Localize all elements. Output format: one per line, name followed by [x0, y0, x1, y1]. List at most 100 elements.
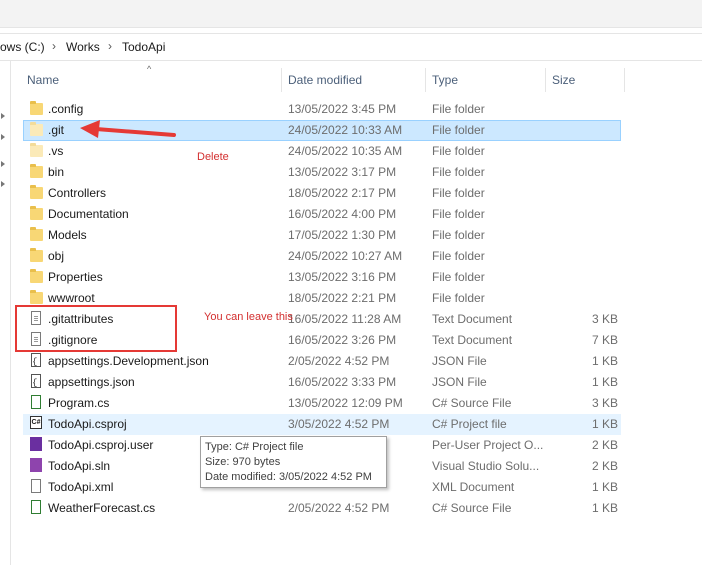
file-type: File folder — [432, 102, 485, 116]
list-item[interactable]: .config 13/05/2022 3:45 PM File folder — [23, 99, 621, 120]
file-date: 24/05/2022 10:27 AM — [288, 249, 403, 263]
file-date: 18/05/2022 2:17 PM — [288, 186, 397, 200]
file-date: 24/05/2022 10:35 AM — [288, 144, 403, 158]
list-item-hovered[interactable]: C# TodoApi.csproj 3/05/2022 4:52 PM C# P… — [23, 414, 621, 435]
column-divider[interactable] — [545, 68, 546, 92]
file-type: XML Document — [432, 480, 515, 494]
file-size: 1 KB — [591, 375, 618, 389]
file-type: File folder — [432, 207, 485, 221]
file-name: Program.cs — [48, 396, 110, 410]
file-name: wwwroot — [48, 291, 95, 305]
breadcrumb-works[interactable]: Works — [66, 40, 100, 54]
tooltip-date: Date modified: 3/05/2022 4:52 PM — [205, 471, 372, 483]
file-type: Per-User Project O... — [432, 438, 544, 452]
csharp-file-icon — [31, 395, 41, 409]
file-size: 2 KB — [591, 459, 618, 473]
file-date: 16/05/2022 3:33 PM — [288, 375, 397, 389]
file-type: Text Document — [432, 333, 513, 347]
file-date: 16/05/2022 11:28 AM — [288, 312, 402, 326]
file-name: TodoApi.csproj — [48, 417, 127, 431]
visual-studio-solution-icon — [30, 458, 42, 472]
tooltip-size: Size: 970 bytes — [205, 456, 281, 468]
file-size: 1 KB — [591, 480, 618, 494]
list-item[interactable]: { appsettings.json 16/05/2022 3:33 PM JS… — [23, 372, 621, 393]
file-type: Text Document — [432, 312, 513, 326]
folder-icon — [30, 164, 43, 178]
file-name: bin — [48, 165, 65, 179]
file-name: .vs — [48, 144, 64, 158]
file-date: 2/05/2022 4:52 PM — [288, 501, 390, 515]
list-item[interactable]: Controllers 18/05/2022 2:17 PM File fold… — [23, 183, 621, 204]
file-type: File folder — [432, 228, 485, 242]
file-date: 13/05/2022 3:17 PM — [288, 165, 397, 179]
tooltip-type: Type: C# Project file — [205, 441, 304, 453]
expand-arrow-icon[interactable] — [1, 161, 5, 167]
file-type: JSON File — [432, 375, 487, 389]
file-size: 2 KB — [591, 438, 618, 452]
title-bar — [0, 0, 702, 28]
expand-arrow-icon[interactable] — [1, 181, 5, 187]
list-item[interactable]: obj 24/05/2022 10:27 AM File folder — [23, 246, 621, 267]
sort-ascending-icon: ^ — [147, 64, 152, 74]
file-name: TodoApi.sln — [48, 459, 111, 473]
file-size: 1 KB — [591, 354, 618, 368]
red-box-annotation — [15, 305, 177, 352]
file-name: appsettings.Development.json — [48, 354, 209, 368]
file-date: 13/05/2022 3:45 PM — [288, 102, 397, 116]
file-date: 13/05/2022 12:09 PM — [288, 396, 403, 410]
file-size: 3 KB — [591, 396, 618, 410]
list-item[interactable]: bin 13/05/2022 3:17 PM File folder — [23, 162, 621, 183]
column-header-type[interactable]: Type — [432, 66, 458, 94]
file-type: Visual Studio Solu... — [432, 459, 540, 473]
csproj-icon: C# — [30, 416, 42, 429]
svg-text:{: { — [32, 378, 37, 388]
folder-icon — [30, 269, 43, 283]
csproj-user-icon — [30, 437, 42, 451]
column-header-name[interactable]: Name — [27, 66, 59, 94]
address-bar[interactable]: ows (C:) › Works › TodoApi — [0, 33, 702, 61]
file-tooltip: Type: C# Project file Size: 970 bytes Da… — [200, 436, 387, 488]
column-divider[interactable] — [281, 68, 282, 92]
column-header-date-modified[interactable]: Date modified — [288, 66, 362, 94]
file-type: C# Source File — [432, 501, 512, 515]
file-type: File folder — [432, 291, 485, 305]
list-item[interactable]: Properties 13/05/2022 3:16 PM File folde… — [23, 267, 621, 288]
file-type: File folder — [432, 249, 485, 263]
list-item[interactable]: Models 17/05/2022 1:30 PM File folder — [23, 225, 621, 246]
file-type: File folder — [432, 144, 485, 158]
leave-annotation-text: You can leave this — [204, 311, 293, 323]
folder-icon — [30, 185, 43, 199]
expand-arrow-icon[interactable] — [1, 113, 5, 119]
list-item[interactable]: Program.cs 13/05/2022 12:09 PM C# Source… — [23, 393, 621, 414]
file-type: File folder — [432, 270, 485, 284]
red-arrow-annotation — [80, 120, 176, 138]
file-name: Controllers — [48, 186, 107, 200]
file-type: File folder — [432, 123, 485, 137]
file-size: 3 KB — [591, 312, 618, 326]
list-item[interactable]: WeatherForecast.cs 2/05/2022 4:52 PM C# … — [23, 498, 621, 519]
json-file-icon: { — [30, 353, 42, 367]
folder-icon — [30, 206, 43, 220]
navigation-pane[interactable] — [0, 60, 11, 565]
csharp-file-icon — [31, 500, 41, 514]
file-date: 3/05/2022 4:52 PM — [288, 417, 390, 431]
column-header-size[interactable]: Size — [552, 66, 575, 94]
file-date: 16/05/2022 3:26 PM — [288, 333, 397, 347]
file-name: Models — [48, 228, 87, 242]
file-size: 1 KB — [591, 417, 618, 431]
file-size: 1 KB — [591, 501, 618, 515]
list-item[interactable]: .vs 24/05/2022 10:35 AM File folder — [23, 141, 621, 162]
column-divider[interactable] — [624, 68, 625, 92]
list-item[interactable]: Documentation 16/05/2022 4:00 PM File fo… — [23, 204, 621, 225]
breadcrumb-todoapi[interactable]: TodoApi — [122, 40, 165, 54]
svg-text:{: { — [32, 357, 37, 367]
column-divider[interactable] — [425, 68, 426, 92]
file-type: C# Source File — [432, 396, 512, 410]
file-name: TodoApi.csproj.user — [48, 438, 154, 452]
expand-arrow-icon[interactable] — [1, 134, 5, 140]
list-item[interactable]: { appsettings.Development.json 2/05/2022… — [23, 351, 621, 372]
breadcrumb-separator: › — [108, 39, 112, 53]
breadcrumb-drive[interactable]: ows (C:) — [0, 40, 45, 54]
json-file-icon: { — [30, 374, 42, 388]
file-name: .config — [48, 102, 84, 116]
